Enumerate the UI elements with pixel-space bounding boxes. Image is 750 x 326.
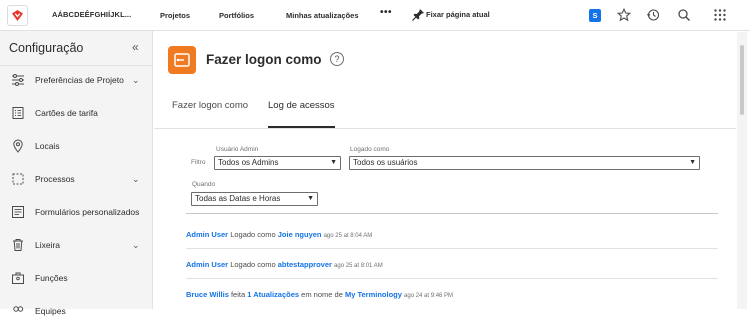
sidebar-item-roles[interactable]: Funções bbox=[0, 263, 152, 293]
sidebar-item-custom-forms[interactable]: Formulários personalizados bbox=[0, 197, 152, 227]
sidebar-item-trash[interactable]: Lixeira ⌄ bbox=[0, 230, 152, 260]
roles-icon bbox=[12, 272, 24, 284]
history-icon[interactable] bbox=[646, 8, 660, 22]
sidebar-item-label: Formulários personalizados bbox=[35, 207, 140, 217]
log-extra-link[interactable]: My Terminology bbox=[345, 290, 402, 299]
when-label: Quando bbox=[192, 181, 216, 188]
log-action: Logado como bbox=[230, 260, 276, 269]
sliders-icon bbox=[12, 74, 24, 86]
form-icon bbox=[12, 206, 24, 218]
filter-label: Filtro bbox=[191, 159, 206, 166]
page-title: Fazer logon como bbox=[206, 52, 322, 67]
log-target-link[interactable]: Joie nguyen bbox=[278, 230, 322, 239]
more-menu-button[interactable]: ••• bbox=[380, 7, 392, 18]
top-navigation-bar: AÁBCDEÊFGHIÍJKL... Projetos Portfólios M… bbox=[0, 0, 750, 31]
chevron-down-icon: ▼ bbox=[330, 159, 337, 166]
log-divider bbox=[186, 278, 718, 279]
when-select[interactable]: Todas as Datas e Horas ▼ bbox=[191, 192, 318, 206]
log-entry: Admin User Logado como Joie nguyen ago 2… bbox=[186, 230, 372, 239]
log-divider bbox=[186, 248, 718, 249]
sidebar-item-label: Processos bbox=[35, 174, 75, 184]
tabs-divider bbox=[154, 128, 736, 129]
chevron-down-icon: ▼ bbox=[307, 195, 314, 202]
log-actor-link[interactable]: Admin User bbox=[186, 260, 228, 269]
admin-user-label: Usuário Admin bbox=[216, 146, 259, 153]
filter-divider bbox=[186, 213, 718, 214]
nav-my-updates[interactable]: Minhas atualizações bbox=[286, 11, 359, 20]
scrollbar-thumb[interactable] bbox=[740, 45, 744, 115]
chevron-down-icon: ⌄ bbox=[132, 173, 140, 184]
log-entry: Bruce Willis feita 1 Atualizações em nom… bbox=[186, 290, 453, 299]
card-icon bbox=[12, 107, 24, 119]
user-badge[interactable]: S bbox=[589, 9, 601, 22]
setup-sidebar: Configuração « Preferências de Projeto ⌄… bbox=[0, 31, 153, 316]
tab-access-log[interactable]: Log de acessos bbox=[268, 100, 335, 111]
sidebar-item-project-preferences[interactable]: Preferências de Projeto ⌄ bbox=[0, 65, 152, 95]
sidebar-item-label: Equipes bbox=[35, 306, 66, 316]
when-value: Todas as Datas e Horas bbox=[195, 194, 281, 203]
log-actor-link[interactable]: Bruce Willis bbox=[186, 290, 229, 299]
log-entry: Admin User Logado como abtestapprover ag… bbox=[186, 260, 383, 269]
pin-icon bbox=[412, 9, 424, 21]
sidebar-item-locations[interactable]: Locais bbox=[0, 131, 152, 161]
login-as-icon bbox=[168, 46, 196, 74]
star-icon[interactable] bbox=[617, 8, 631, 22]
organization-name[interactable]: AÁBCDEÊFGHIÍJKL... bbox=[52, 10, 131, 19]
help-icon[interactable]: ? bbox=[330, 52, 344, 66]
sidebar-item-rate-cards[interactable]: Cartões de tarifa bbox=[0, 98, 152, 128]
process-icon bbox=[12, 173, 24, 185]
sidebar-title: Configuração bbox=[9, 41, 84, 55]
tab-login-as[interactable]: Fazer logon como bbox=[172, 100, 248, 111]
nav-portfolios[interactable]: Portfólios bbox=[219, 11, 254, 20]
logged-as-label: Logado como bbox=[350, 146, 390, 153]
collapse-sidebar-button[interactable]: « bbox=[132, 40, 139, 54]
sidebar-item-label: Locais bbox=[35, 141, 60, 151]
team-icon bbox=[13, 306, 24, 312]
admin-user-value: Todos os Admins bbox=[218, 158, 279, 167]
log-target-link[interactable]: abtestapprover bbox=[278, 260, 332, 269]
admin-user-select[interactable]: Todos os Admins ▼ bbox=[214, 156, 341, 170]
search-icon[interactable] bbox=[677, 8, 691, 22]
chevron-down-icon: ▼ bbox=[689, 159, 696, 166]
sidebar-item-label: Funções bbox=[35, 273, 68, 283]
log-action: feita bbox=[230, 290, 246, 299]
pin-page-label: Fixar página atual bbox=[426, 10, 490, 19]
location-pin-icon bbox=[13, 139, 23, 153]
workfront-logo-icon[interactable] bbox=[7, 5, 28, 26]
log-target-link[interactable]: 1 Atualizações bbox=[247, 290, 299, 299]
sidebar-item-label: Cartões de tarifa bbox=[35, 108, 98, 118]
chevron-down-icon: ⌄ bbox=[132, 239, 140, 250]
pin-page-button[interactable]: Fixar página atual bbox=[412, 8, 490, 21]
log-timestamp: ago 24 at 9:46 PM bbox=[404, 293, 454, 299]
logged-as-value: Todos os usuários bbox=[353, 158, 418, 167]
logged-as-select[interactable]: Todos os usuários ▼ bbox=[349, 156, 700, 170]
sidebar-item-label: Preferências de Projeto bbox=[35, 75, 124, 85]
nav-projects[interactable]: Projetos bbox=[160, 11, 190, 20]
trash-icon bbox=[13, 239, 23, 251]
log-timestamp: ago 25 at 8:01 AM bbox=[334, 263, 383, 269]
log-timestamp: ago 25 at 8:04 AM bbox=[323, 233, 373, 239]
sidebar-item-label: Lixeira bbox=[35, 240, 61, 250]
sidebar-item-processes[interactable]: Processos ⌄ bbox=[0, 164, 152, 194]
log-actor-link[interactable]: Admin User bbox=[186, 230, 228, 239]
chevron-down-icon: ⌄ bbox=[132, 74, 140, 85]
log-middle-text: em nome de bbox=[301, 290, 343, 299]
sidebar-item-teams[interactable]: Equipes bbox=[0, 296, 152, 326]
app-grid-icon[interactable] bbox=[713, 8, 727, 22]
log-action: Logado como bbox=[230, 230, 276, 239]
